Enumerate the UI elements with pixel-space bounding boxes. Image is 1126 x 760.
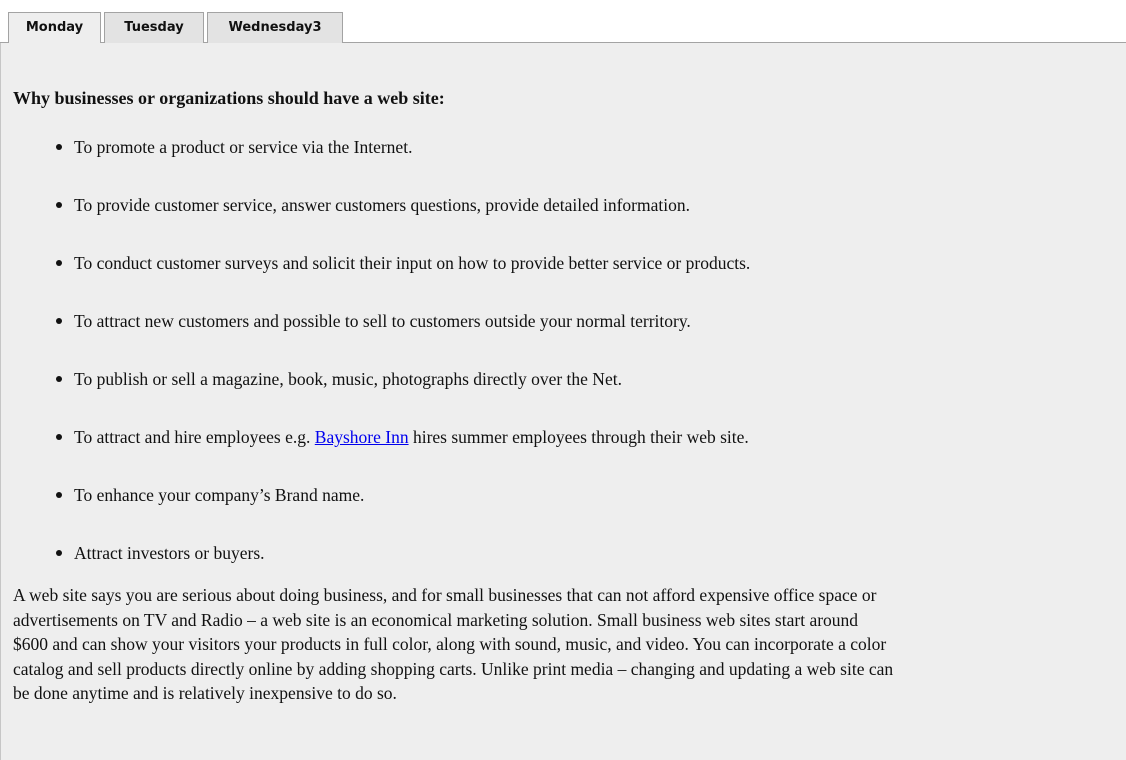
bullet-dot-icon [56,260,62,266]
summary-paragraph: A web site says you are serious about do… [13,583,1123,706]
paragraph-line: A web site says you are serious about do… [13,585,877,605]
tab-content-panel: Why businesses or organizations should h… [0,43,1126,760]
bullet-dot-icon [56,202,62,208]
paragraph-line: be done anytime and is relatively inexpe… [13,683,397,703]
list-item: To attract new customers and possible to… [1,310,750,368]
bullet-dot-icon [56,144,62,150]
tab-monday[interactable]: Monday [8,12,101,44]
section-heading: Why businesses or organizations should h… [13,88,445,108]
tab-tuesday[interactable]: Tuesday [104,12,204,43]
list-item-text-after-link: hires summer employees through their web… [408,427,749,447]
benefits-list: To promote a product or service via the … [1,136,750,600]
list-item-text: To enhance your company’s Brand name. [74,485,365,505]
list-item-text: To attract new customers and possible to… [74,311,691,331]
paragraph-line: catalog and sell products directly onlin… [13,658,894,679]
tab-wednesday3[interactable]: Wednesday3 [207,12,343,43]
list-item-text: To publish or sell a magazine, book, mus… [74,369,622,389]
paragraph-line: $600 and can show your visitors your pro… [13,634,887,654]
list-item: To publish or sell a magazine, book, mus… [1,368,750,426]
tab-bar: Monday Tuesday Wednesday3 [0,0,1126,44]
bullet-dot-icon [56,376,62,382]
bullet-dot-icon [56,318,62,324]
bullet-dot-icon [56,492,62,498]
bullet-dot-icon [56,550,62,556]
list-item-text-before-link: To attract and hire employees e.g. [74,427,315,447]
list-item: To enhance your company’s Brand name. [1,484,750,542]
bayshore-inn-link[interactable]: Bayshore Inn [315,427,409,447]
list-item: To attract and hire employees e.g. Baysh… [1,426,750,484]
list-item-text: Attract investors or buyers. [74,543,265,563]
paragraph-line: advertisements on TV and Radio – a web s… [13,609,859,630]
list-item: To conduct customer surveys and solicit … [1,252,750,310]
list-item: To provide customer service, answer cust… [1,194,750,252]
list-item-text: To conduct customer surveys and solicit … [74,253,751,273]
bullet-dot-icon [56,434,62,440]
list-item: To promote a product or service via the … [1,136,750,194]
list-item-text: To provide customer service, answer cust… [74,195,690,215]
list-item-text: To promote a product or service via the … [74,137,413,157]
